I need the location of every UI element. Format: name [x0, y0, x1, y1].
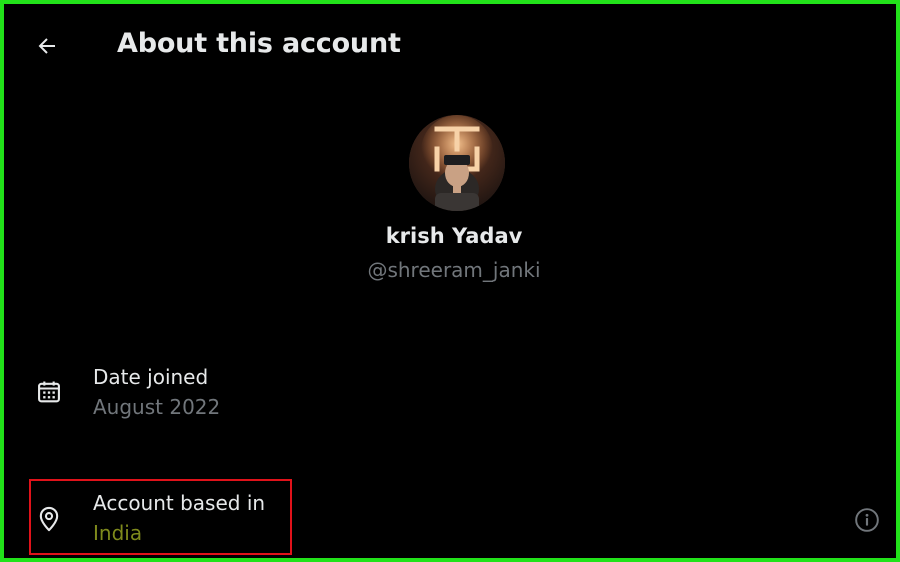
annotation-highlight-box	[29, 479, 292, 555]
avatar[interactable]	[409, 115, 505, 211]
date-joined-value: August 2022	[93, 395, 221, 419]
calendar-icon	[33, 376, 65, 408]
user-handle: @shreeram_janki	[367, 258, 541, 282]
back-button[interactable]	[31, 30, 63, 62]
page-title: About this account	[117, 28, 401, 59]
screenshot-frame: About this account krish Yadav @shreeram…	[0, 0, 900, 562]
avatar-image	[409, 115, 505, 211]
display-name: krish Yadav	[385, 224, 523, 248]
arrow-left-icon	[38, 38, 55, 54]
info-circle-icon	[855, 508, 879, 532]
info-button[interactable]	[852, 505, 882, 535]
date-joined-label: Date joined	[93, 365, 209, 389]
